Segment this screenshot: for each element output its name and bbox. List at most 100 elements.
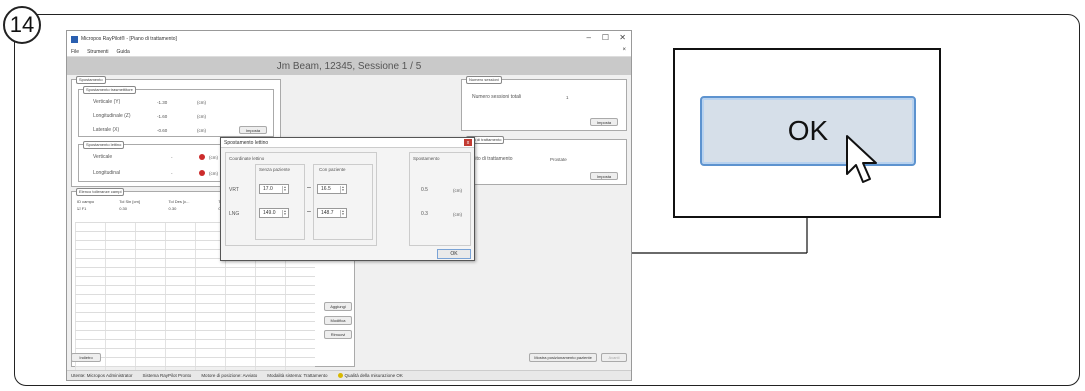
lettino-vertical-label: Verticale [93, 154, 113, 160]
maximize-icon[interactable]: ☐ [602, 33, 609, 42]
window-title: Micropos RayPilot® - [Piano di trattamen… [81, 36, 177, 42]
status-bar: Utente: Micropos Administrator Sistema R… [67, 370, 631, 380]
vertical-value: -1.30 [157, 100, 168, 105]
spinner-icon[interactable]: ▲ ▼ [282, 210, 287, 217]
status-user: Utente: Micropos Administrator [71, 373, 133, 378]
mostra-posizionamento-button[interactable]: Mostra posizionamento paziente [529, 353, 597, 362]
warning-icon [199, 154, 205, 160]
lettino-title: Spostamento lettino [83, 141, 125, 149]
modifica-button[interactable]: Modifica [324, 316, 352, 325]
status-quality: Qualità della misurazione OK [337, 372, 403, 379]
lateral-unit: (cm) [197, 128, 206, 133]
longitudinal-label: Longitudinale (Z) [93, 113, 131, 119]
vrt-senza-input[interactable]: 17.0 ▲ ▼ [259, 184, 289, 194]
col-id: ID campo [77, 199, 95, 204]
lng-senza-value: 149.0 [263, 210, 276, 216]
status-quality-text: Qualità della misurazione OK [344, 372, 403, 378]
status-motor: Motore di posizione: Avviato [201, 373, 258, 378]
dash: – [307, 184, 311, 191]
lng-shift-value: 0.3 [421, 211, 428, 217]
lng-con-input[interactable]: 148.7 ▲ ▼ [317, 208, 347, 218]
cell: 0.30 [168, 206, 177, 211]
spinner-icon[interactable]: ▲ ▼ [340, 210, 345, 217]
lateral-value: -0.60 [157, 128, 168, 133]
spostamento-group [409, 152, 471, 246]
longitudinal-unit: (cm) [197, 114, 206, 119]
sito-trattamento-label: Sito di trattamento [472, 156, 513, 162]
minimize-icon[interactable]: – [587, 33, 591, 42]
row-id-text: F1 [81, 206, 87, 211]
close-icon[interactable]: ✕ [619, 33, 626, 42]
col-tol-des: Tol Des [c... [168, 199, 190, 204]
lettino-vertical-unit: (cm) [209, 155, 218, 160]
longitudinal-value: -1.60 [157, 114, 168, 119]
spostamento-title: Spostamento [76, 76, 106, 84]
menu-strumenti[interactable]: Strumenti [87, 49, 108, 55]
lettino-longitudinal-unit: (cm) [209, 171, 218, 176]
sito-trattamento-panel: Sito di trattamento Sito di trattamento … [461, 136, 627, 185]
vrt-con-input[interactable]: 16.5 ▲ ▼ [317, 184, 347, 194]
step-number-badge: 14 [3, 6, 41, 44]
menu-file[interactable]: File [71, 49, 79, 55]
status-mode: Modalità sistema: Trattamento [267, 373, 328, 378]
lng-senza-input[interactable]: 149.0 ▲ ▼ [259, 208, 289, 218]
rimuovi-button[interactable]: Rimuovi [324, 330, 352, 339]
avanti-button[interactable]: Avanti [601, 353, 627, 362]
imposta-sito-button[interactable]: Imposta [590, 172, 618, 180]
vrt-con-value: 16.5 [321, 186, 331, 192]
dialog-title: Spostamento lettino [224, 139, 269, 146]
vertical-label: Verticale (Y) [93, 99, 121, 105]
checkbox-icon[interactable]: ☑ [77, 206, 81, 211]
zoom-callout: OK [673, 48, 941, 218]
spinner-icon[interactable]: ▲ ▼ [282, 186, 287, 193]
coordinate-label: Coordinate lettino [229, 156, 265, 161]
con-paziente-label: Con paziente [319, 167, 346, 172]
lettino-longitudinal-label: Longitudinal [93, 170, 120, 176]
numero-sessioni-panel: Numero sessioni Numero sessioni totali 1… [461, 76, 627, 131]
row-id: ☑ F1 [75, 205, 117, 212]
tolleranze-title: Elenco tolleranze campi [76, 188, 125, 196]
numero-sessioni-value: 1 [566, 95, 569, 100]
spinner-icon[interactable]: ▲ ▼ [340, 186, 345, 193]
imposta-sessioni-button[interactable]: Imposta [590, 118, 618, 126]
sito-trattamento-value: Prostate [550, 157, 567, 162]
senza-paziente-label: Senza paziente [259, 167, 291, 172]
imposta-isocentro-button[interactable]: Imposta [239, 126, 267, 134]
vertical-unit: (cm) [197, 100, 206, 105]
dash: – [307, 208, 311, 215]
col-tol-sin: Tol Sin [cm] [119, 199, 140, 204]
hand-cursor-icon [846, 135, 877, 183]
vrt-label: VRT [229, 187, 239, 193]
spostamento-lettino-dialog: Spostamento lettino x Coordinate lettino… [220, 137, 475, 261]
status-system: Sistema RayPilot Pronto [142, 373, 192, 378]
isocentro-title: Spostamento trasmettitore [83, 86, 136, 94]
dialog-title-bar: Spostamento lettino x [221, 138, 474, 148]
dialog-close-icon[interactable]: x [464, 139, 472, 146]
lettino-vertical-value: - [171, 155, 173, 160]
aggiungi-button[interactable]: Aggiungi [324, 302, 352, 311]
vrt-senza-value: 17.0 [263, 186, 273, 192]
spostamento-label: Spostamento [413, 156, 440, 161]
dialog-ok-button[interactable]: OK [437, 249, 471, 259]
document-close-icon[interactable]: × [622, 47, 626, 53]
quality-indicator-icon [337, 373, 343, 379]
app-icon [71, 35, 78, 43]
lng-label: LNG [229, 211, 240, 217]
patient-header: Jm Beam, 12345, Sessione 1 / 5 [67, 57, 631, 75]
lateral-label: Laterale (X) [93, 127, 120, 133]
numero-sessioni-label: Numero sessioni totali [472, 94, 522, 100]
lng-unit: (cm) [453, 212, 462, 217]
menu-guida[interactable]: Guida [116, 49, 129, 55]
menu-bar: File Strumenti Guida × [67, 47, 631, 57]
con-group [313, 164, 373, 240]
isocentro-panel: Spostamento trasmettitore Verticale (Y) … [78, 86, 274, 137]
vrt-unit: (cm) [453, 188, 462, 193]
indietro-button[interactable]: Indietro [71, 353, 101, 362]
vrt-shift-value: 0.5 [421, 187, 428, 193]
lng-con-value: 148.7 [321, 210, 334, 216]
senza-group [255, 164, 305, 240]
title-bar: Micropos RayPilot® - [Piano di trattamen… [67, 31, 631, 47]
cell: 0.30 [119, 206, 128, 211]
numero-sessioni-title: Numero sessioni [466, 76, 502, 84]
lettino-longitudinal-value: - [171, 171, 173, 176]
